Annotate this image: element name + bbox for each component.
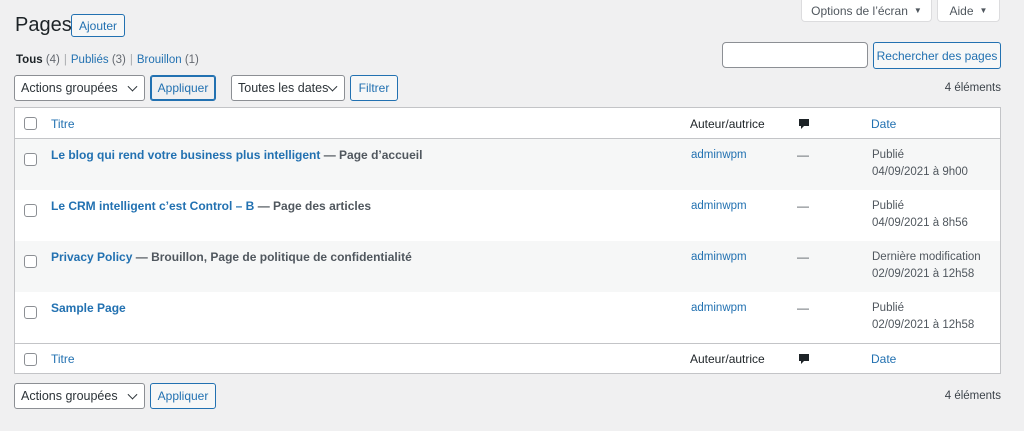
date-value: 04/09/2021 à 8h56 bbox=[872, 217, 968, 229]
comment-bubble-icon[interactable] bbox=[798, 353, 810, 365]
row-checkbox[interactable] bbox=[24, 255, 37, 268]
table-row: Le CRM intelligent c’est Control – B — P… bbox=[15, 190, 1000, 241]
date-cell: Publié 02/09/2021 à 12h58 bbox=[872, 300, 974, 334]
column-title-sort[interactable]: Titre bbox=[51, 352, 75, 366]
page-title: Pages bbox=[15, 14, 72, 36]
search-pages-button[interactable]: Rechercher des pages bbox=[873, 42, 1001, 69]
page-title-link[interactable]: Le blog qui rend votre business plus int… bbox=[51, 148, 320, 162]
filter-published[interactable]: Publiés bbox=[71, 54, 109, 66]
bulk-actions-select-bottom[interactable]: Actions groupées bbox=[14, 383, 145, 409]
page-title-link[interactable]: Sample Page bbox=[51, 301, 126, 315]
add-new-page-button[interactable]: Ajouter bbox=[71, 14, 125, 37]
row-checkbox[interactable] bbox=[24, 153, 37, 166]
row-title: Le blog qui rend votre business plus int… bbox=[51, 148, 422, 162]
column-title-sort[interactable]: Titre bbox=[51, 117, 75, 131]
comments-count: — bbox=[797, 301, 809, 315]
page-state: — Brouillon, Page de politique de confid… bbox=[135, 250, 412, 264]
date-value: 02/09/2021 à 12h58 bbox=[872, 319, 975, 331]
filter-all[interactable]: Tous bbox=[16, 54, 43, 66]
column-author: Auteur/autrice bbox=[690, 117, 765, 131]
page-title-link[interactable]: Privacy Policy bbox=[51, 250, 132, 264]
chevron-down-icon bbox=[327, 81, 338, 92]
column-author: Auteur/autrice bbox=[690, 352, 765, 366]
bulk-actions-value: Actions groupées bbox=[21, 389, 118, 403]
comments-count: — bbox=[797, 199, 809, 213]
page-state: — Page des articles bbox=[257, 199, 372, 213]
help-label: Aide bbox=[949, 3, 974, 18]
select-all-checkbox[interactable] bbox=[24, 117, 37, 130]
page-state: — Page d’accueil bbox=[323, 148, 423, 162]
filter-draft[interactable]: Brouillon bbox=[137, 54, 182, 66]
items-count-bottom: 4 éléments bbox=[944, 390, 1001, 402]
table-row: Sample Page adminwpm — Publié 02/09/2021… bbox=[15, 292, 1000, 343]
screen-options-label: Options de l’écran bbox=[811, 3, 908, 18]
comments-count: — bbox=[797, 250, 809, 264]
table-row: Le blog qui rend votre business plus int… bbox=[15, 139, 1000, 190]
comments-count: — bbox=[797, 148, 809, 162]
date-cell: Publié 04/09/2021 à 9h00 bbox=[872, 147, 968, 181]
date-value: 02/09/2021 à 12h58 bbox=[872, 268, 975, 280]
select-all-checkbox[interactable] bbox=[24, 353, 37, 366]
row-title: Privacy Policy — Brouillon, Page de poli… bbox=[51, 250, 412, 264]
filter-separator: | bbox=[63, 54, 67, 66]
chevron-down-icon bbox=[127, 389, 138, 400]
table-footer: Titre Auteur/autrice Date bbox=[15, 343, 1000, 373]
column-date-sort[interactable]: Date bbox=[871, 352, 896, 366]
status-filters: Tous (4) | Publiés (3) | Brouillon (1) bbox=[16, 54, 199, 66]
date-status: Publié bbox=[872, 149, 904, 161]
column-date-sort[interactable]: Date bbox=[871, 117, 896, 131]
chevron-down-icon bbox=[127, 81, 138, 92]
row-checkbox[interactable] bbox=[24, 204, 37, 217]
date-filter-select[interactable]: Toutes les dates bbox=[231, 75, 345, 101]
bulk-actions-select[interactable]: Actions groupées bbox=[14, 75, 145, 101]
date-cell: Publié 04/09/2021 à 8h56 bbox=[872, 198, 968, 232]
filter-separator: | bbox=[129, 54, 133, 66]
row-title: Sample Page bbox=[51, 301, 126, 315]
row-title: Le CRM intelligent c’est Control – B — P… bbox=[51, 199, 371, 213]
date-value: 04/09/2021 à 9h00 bbox=[872, 166, 968, 178]
date-status: Dernière modification bbox=[872, 251, 981, 263]
page-title-link[interactable]: Le CRM intelligent c’est Control – B bbox=[51, 199, 254, 213]
filter-button[interactable]: Filtrer bbox=[350, 75, 398, 101]
search-input[interactable] bbox=[722, 42, 868, 68]
screen-options-button[interactable]: Options de l’écran ▼ bbox=[801, 0, 932, 22]
table-header: Titre Auteur/autrice Date bbox=[15, 108, 1000, 139]
bulk-actions-value: Actions groupées bbox=[21, 81, 118, 95]
date-filter-value: Toutes les dates bbox=[238, 81, 329, 95]
table-row: Privacy Policy — Brouillon, Page de poli… bbox=[15, 241, 1000, 292]
author-link[interactable]: adminwpm bbox=[691, 200, 747, 212]
author-link[interactable]: adminwpm bbox=[691, 251, 747, 263]
apply-button-bottom[interactable]: Appliquer bbox=[150, 383, 216, 409]
filter-published-count: (3) bbox=[111, 54, 126, 66]
row-checkbox[interactable] bbox=[24, 306, 37, 319]
comment-bubble-icon[interactable] bbox=[798, 118, 810, 130]
date-status: Publié bbox=[872, 200, 904, 212]
items-count: 4 éléments bbox=[944, 82, 1001, 94]
filter-all-count: (4) bbox=[45, 54, 60, 66]
author-link[interactable]: adminwpm bbox=[691, 149, 747, 161]
pages-table: Titre Auteur/autrice Date Le blog qui re… bbox=[14, 107, 1001, 374]
caret-down-icon: ▼ bbox=[913, 6, 922, 15]
date-status: Publié bbox=[872, 302, 904, 314]
help-button[interactable]: Aide ▼ bbox=[937, 0, 1000, 22]
caret-down-icon: ▼ bbox=[979, 6, 988, 15]
date-cell: Dernière modification 02/09/2021 à 12h58 bbox=[872, 249, 981, 283]
author-link[interactable]: adminwpm bbox=[691, 302, 747, 314]
apply-button[interactable]: Appliquer bbox=[150, 75, 216, 101]
filter-draft-count: (1) bbox=[184, 54, 199, 66]
